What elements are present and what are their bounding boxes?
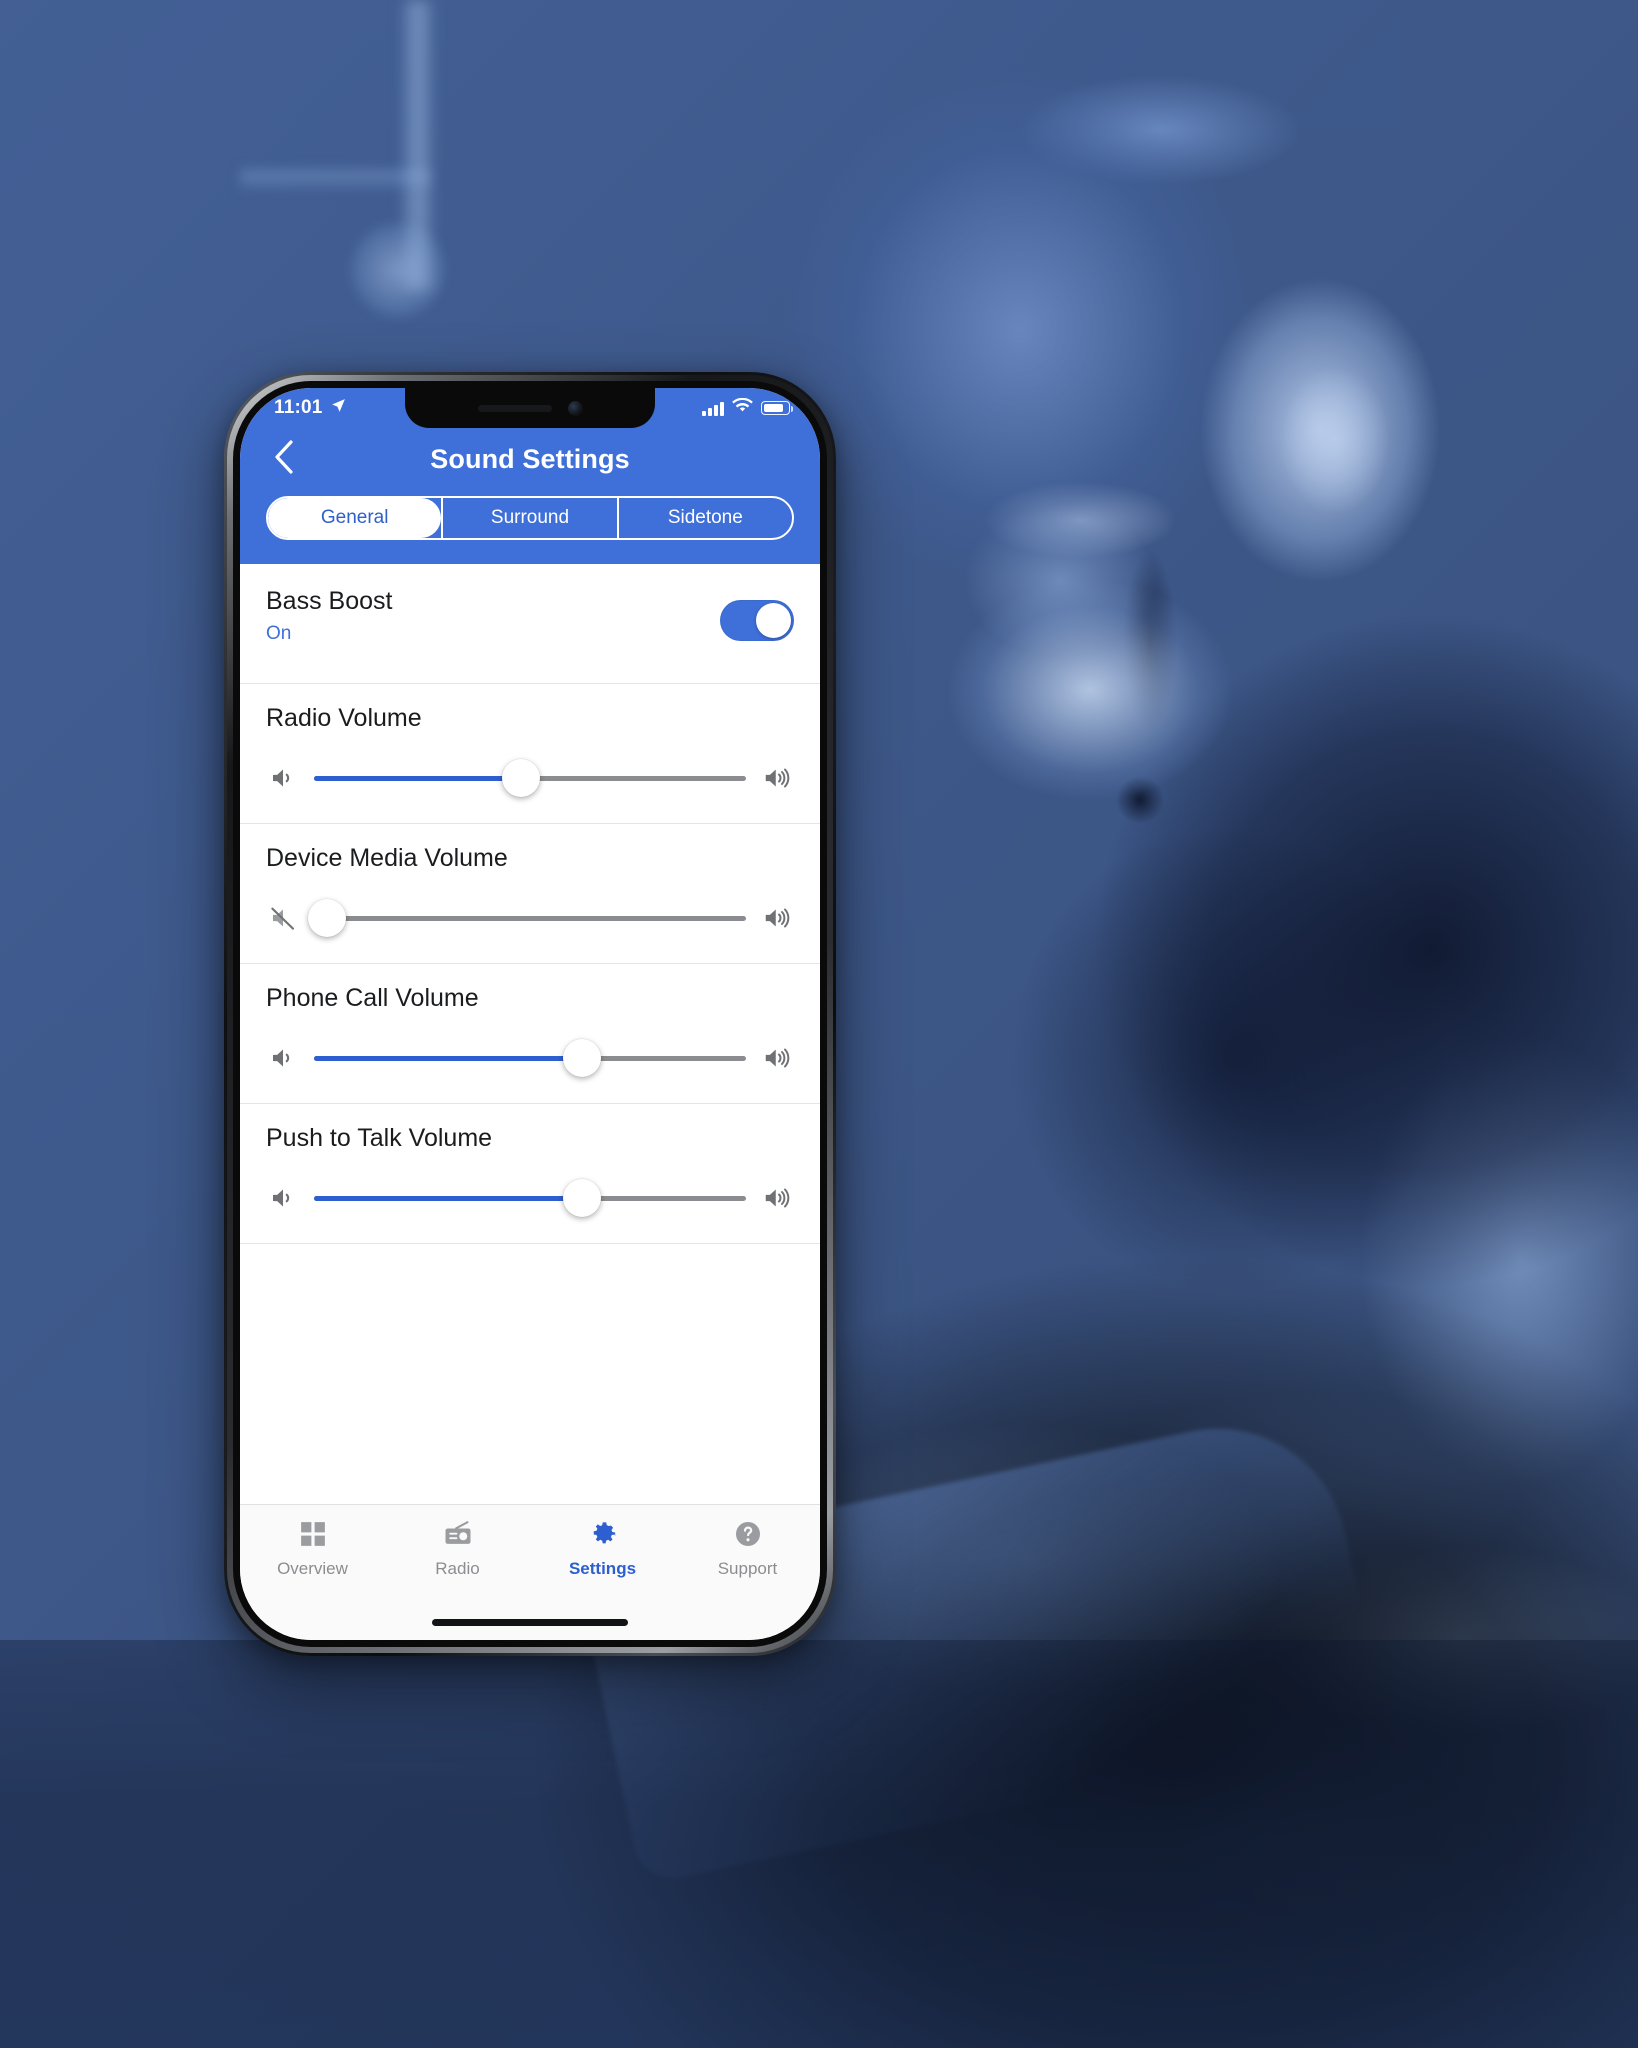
cellular-signal-icon bbox=[702, 401, 724, 416]
tab-settings[interactable]: Settings bbox=[530, 1517, 675, 1604]
tab-support[interactable]: Support bbox=[675, 1517, 820, 1604]
front-camera bbox=[567, 400, 583, 416]
tab-overview[interactable]: Overview bbox=[240, 1517, 385, 1604]
device-media-volume-label: Device Media Volume bbox=[266, 844, 508, 872]
setting-row-device-media-volume: Device Media Volume bbox=[240, 824, 820, 964]
tab-label-support: Support bbox=[717, 1559, 778, 1578]
radio-volume-slider-line bbox=[266, 755, 794, 801]
background-valve-knob bbox=[350, 222, 446, 318]
battery-icon bbox=[761, 401, 794, 415]
bass-boost-texts: Bass Boost On bbox=[266, 586, 392, 645]
question-circle-icon bbox=[733, 1517, 763, 1551]
background-pipe-horizontal bbox=[240, 170, 430, 188]
bass-boost-toggle[interactable] bbox=[720, 600, 794, 641]
device-media-volume-track[interactable] bbox=[307, 895, 746, 941]
status-bar-left: 11:01 bbox=[274, 397, 347, 420]
back-button[interactable] bbox=[262, 437, 306, 481]
setting-row-bass-boost: Bass Boost On bbox=[240, 564, 820, 684]
phone-screen: 11:01 Sound Settings General Surround Si… bbox=[240, 388, 820, 1640]
phone-call-volume-label: Phone Call Volume bbox=[266, 984, 479, 1012]
gear-icon bbox=[587, 1517, 619, 1551]
push-to-talk-volume-track[interactable] bbox=[314, 1175, 746, 1221]
radio-volume-label: Radio Volume bbox=[266, 704, 422, 732]
push-to-talk-volume-slider-line bbox=[266, 1175, 794, 1221]
push-to-talk-volume-label: Push to Talk Volume bbox=[266, 1124, 493, 1152]
background-floor bbox=[0, 1640, 1638, 2048]
phone-call-volume-slider-line bbox=[266, 1035, 794, 1081]
bass-boost-label: Bass Boost bbox=[266, 587, 393, 615]
radio-volume-track[interactable] bbox=[314, 755, 746, 801]
volume-mute-icon bbox=[266, 901, 300, 935]
phone-notch bbox=[405, 388, 655, 428]
app-header: Sound Settings General Surround Sidetone bbox=[240, 428, 820, 564]
tab-label-radio: Radio bbox=[435, 1559, 480, 1578]
navigation-row: Sound Settings bbox=[240, 428, 820, 490]
tab-general[interactable]: General bbox=[268, 498, 442, 538]
slider-fill bbox=[314, 775, 522, 781]
chevron-left-icon bbox=[273, 439, 295, 480]
slider-thumb[interactable] bbox=[562, 1039, 601, 1077]
slider-fill bbox=[314, 1055, 582, 1061]
volume-high-icon bbox=[760, 1181, 794, 1215]
status-bar-right bbox=[702, 397, 794, 419]
bottom-tab-bar: Overview Radio Settings Support bbox=[240, 1504, 820, 1604]
page-title: Sound Settings bbox=[430, 443, 630, 474]
tab-surround[interactable]: Surround bbox=[441, 498, 616, 538]
volume-low-icon bbox=[266, 1181, 300, 1215]
setting-row-radio-volume: Radio Volume bbox=[240, 684, 820, 824]
tab-radio[interactable]: Radio bbox=[385, 1517, 530, 1604]
volume-high-icon bbox=[760, 901, 794, 935]
volume-high-icon bbox=[760, 761, 794, 795]
device-media-volume-slider-line bbox=[266, 895, 794, 941]
phone-call-volume-track[interactable] bbox=[314, 1035, 746, 1081]
slider-thumb[interactable] bbox=[562, 1179, 601, 1217]
slider-track bbox=[314, 915, 746, 921]
earpiece-speaker bbox=[477, 404, 552, 412]
toggle-knob bbox=[756, 603, 791, 638]
setting-row-phone-call-volume: Phone Call Volume bbox=[240, 964, 820, 1104]
wifi-icon bbox=[732, 397, 753, 419]
settings-list: Bass Boost On Radio Volume Device Media … bbox=[240, 564, 820, 1504]
volume-low-icon bbox=[266, 1041, 300, 1075]
radio-icon bbox=[443, 1517, 473, 1551]
slider-thumb[interactable] bbox=[307, 899, 346, 937]
status-bar-time: 11:01 bbox=[274, 397, 323, 418]
setting-row-push-to-talk-volume: Push to Talk Volume bbox=[240, 1104, 820, 1244]
home-indicator[interactable] bbox=[432, 1618, 628, 1626]
volume-high-icon bbox=[760, 1041, 794, 1075]
tab-label-overview: Overview bbox=[277, 1559, 348, 1578]
tab-label-settings: Settings bbox=[568, 1559, 637, 1578]
phone-mockup: 11:01 Sound Settings General Surround Si… bbox=[224, 372, 836, 1656]
bass-boost-value: On bbox=[266, 623, 292, 645]
volume-low-icon bbox=[266, 761, 300, 795]
segmented-control: General Surround Sidetone bbox=[266, 496, 794, 540]
home-indicator-area bbox=[240, 1604, 820, 1640]
slider-thumb[interactable] bbox=[502, 759, 541, 797]
tab-sidetone[interactable]: Sidetone bbox=[616, 498, 792, 538]
slider-fill bbox=[314, 1195, 582, 1201]
grid-icon bbox=[298, 1517, 328, 1551]
location-arrow-icon bbox=[330, 397, 347, 420]
